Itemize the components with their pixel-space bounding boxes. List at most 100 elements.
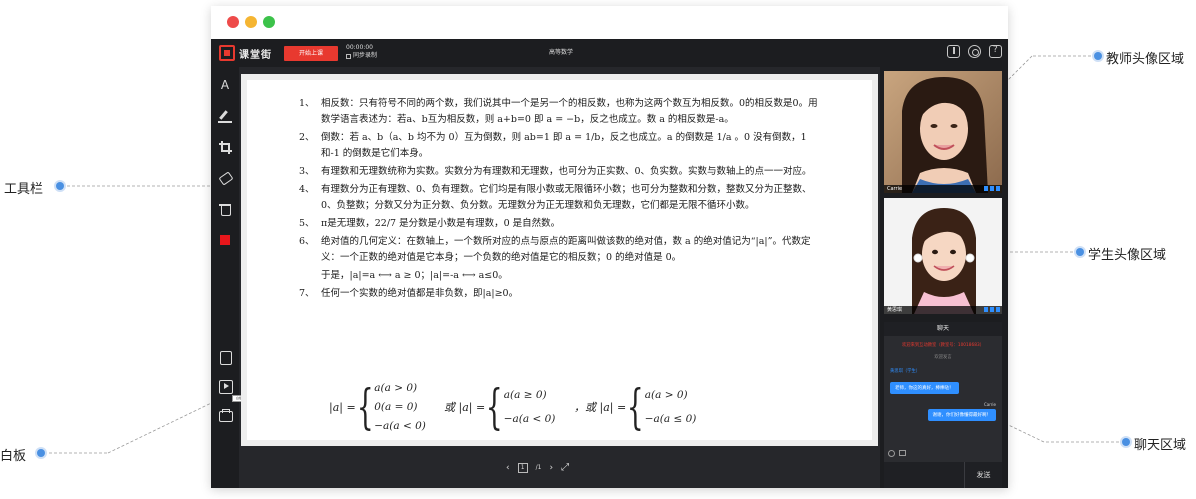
case: −a(a < 0) — [503, 413, 556, 425]
toolbar: A 白板 — [211, 67, 246, 488]
callout-whiteboard: 白板 — [0, 448, 27, 463]
start-class-button[interactable]: 开始上课 — [284, 46, 338, 61]
mic-icon[interactable] — [984, 307, 988, 312]
class-timer: 00:00:00 同步录制 — [346, 44, 377, 60]
brand: 课堂街 — [219, 45, 272, 61]
callout-dot-chat-area — [1122, 438, 1130, 446]
item-number: 6、 — [299, 236, 315, 247]
pen-tool-icon[interactable] — [218, 109, 232, 123]
app-window: 课堂街 开始上课 00:00:00 同步录制 高等数学 A — [211, 6, 1008, 488]
right-panel: Carrie 黄思琪 聊天 欢迎来到互动教室（教室号：10018683） 欢迎发… — [880, 67, 1008, 488]
formula-2-cases: a(a ≥ 0) −a(a < 0) — [504, 389, 556, 425]
item-text: 有理数和无理数统称为实数。实数分为有理数和无理数，也可分为正实数、0、负实数。实… — [321, 166, 812, 177]
close-window-button[interactable] — [227, 16, 239, 28]
timer-value: 00:00:00 — [346, 44, 373, 51]
pager-controls: ‹ 1 /1 › — [506, 462, 569, 473]
whiteboard-page[interactable]: 1、 相反数：只有符号不同的两个数，我们说其中一个是另一个的相反数，也称为这两个数… — [241, 74, 878, 446]
student-name: 黄思琪 — [887, 307, 903, 313]
document-icon[interactable] — [218, 350, 232, 365]
whiteboard-item: 2、 倒数：若 a、b（a、b 均不为 0）互为倒数，则 ab=1 即 a = 1… — [299, 130, 819, 162]
student-video[interactable]: 黄思琪 — [884, 198, 1002, 314]
formula-2: 或 |a| = { a(a ≥ 0) −a(a < 0) — [444, 379, 555, 435]
whiteboard-item: 1、 相反数：只有符号不同的两个数，我们说其中一个是另一个的相反数，也称为这两个数… — [299, 96, 819, 128]
item-number: 7、 — [299, 288, 315, 299]
case: a(a > 0) — [644, 389, 688, 401]
whiteboard-item: 4、 有理数分为正有理数、0、负有理数。它们均是有限小数或无限循环小数；也可分为整… — [299, 182, 819, 214]
item-text: π是无理数，22/7 是分数是小数是有理数，0 是自然数。 — [321, 218, 561, 229]
color-swatch[interactable] — [220, 235, 230, 245]
next-page-button[interactable]: › — [549, 463, 553, 473]
whiteboard-item: 6、 绝对值的几何定义：在数轴上，一个数所对应的点与原点的距离叫做该数的绝对值，数… — [299, 234, 819, 266]
chat-message: 老师，你这的真好，棒棒哒！ — [890, 382, 959, 394]
student-name-bar: 黄思琪 — [884, 306, 1002, 314]
item-number: 5、 — [299, 218, 315, 229]
student-avatar-image — [884, 198, 1002, 314]
toolbox-icon[interactable] — [218, 408, 233, 422]
chat-message-self: 谢谢，你们好像懂得最好啊！ — [927, 409, 996, 421]
whiteboard-content: 1、 相反数：只有符号不同的两个数，我们说其中一个是另一个的相反数，也称为这两个数… — [299, 96, 819, 304]
whiteboard-item: 3、 有理数和无理数统称为实数。实数分为有理数和无理数，也可分为正实数、0、负实数… — [299, 164, 819, 180]
chat-title: 聊天 — [884, 322, 1002, 336]
callout-chat-area: 聊天区域 — [1134, 437, 1187, 452]
chat-input-tools — [884, 448, 1002, 458]
gear-icon[interactable] — [968, 45, 981, 58]
student-media-icons — [984, 307, 1000, 312]
brace-symbol: { — [356, 379, 374, 435]
callout-student-video: 学生头像区域 — [1088, 247, 1167, 262]
chat-system-message: 欢迎发言 — [934, 355, 952, 360]
item-text: 绝对值的几何定义：在数轴上，一个数所对应的点与原点的距离叫做该数的绝对值，数 a… — [321, 236, 811, 263]
teacher-media-icons — [984, 186, 1000, 191]
fullscreen-icon[interactable] — [561, 462, 569, 473]
screen-icon[interactable] — [996, 186, 1000, 191]
chat-panel: 聊天 欢迎来到互动教室（教室号：10018683） 欢迎发言 黄思琪（学生） 老… — [884, 322, 1002, 488]
send-button[interactable]: 发送 — [964, 462, 1002, 488]
whiteboard-item: 7、 任何一个实数的绝对值都是非负数，即|a|≥0。 — [299, 286, 819, 302]
crop-tool-icon[interactable] — [218, 140, 232, 154]
camera-icon[interactable] — [990, 186, 994, 191]
eraser-tool-icon[interactable] — [218, 171, 232, 185]
page-number[interactable]: 1 — [517, 462, 528, 473]
share-icon[interactable] — [947, 45, 960, 58]
minimize-window-button[interactable] — [245, 16, 257, 28]
sync-record-checkbox[interactable] — [346, 53, 351, 59]
play-media-icon[interactable] — [218, 379, 233, 394]
case: 0(a = 0) — [374, 401, 418, 413]
item-number: 4、 — [299, 184, 315, 195]
chat-sender: 黄思琪（学生） — [890, 369, 921, 374]
formula-1-lhs: |a| = — [329, 400, 356, 414]
page-total: /1 — [535, 464, 542, 471]
course-title: 高等数学 — [548, 49, 573, 56]
camera-icon[interactable] — [990, 307, 994, 312]
window-titlebar — [211, 6, 1008, 39]
sync-record-toggle[interactable]: 同步录制 — [346, 52, 377, 60]
formula-1-cases: a(a > 0) 0(a = 0) −a(a < 0) — [374, 382, 426, 432]
app-header: 课堂街 开始上课 00:00:00 同步录制 高等数学 — [211, 39, 1008, 67]
page-navigator: ‹ 1 /1 › — [241, 446, 878, 488]
teacher-video[interactable]: Carrie — [884, 71, 1002, 193]
maximize-window-button[interactable] — [263, 16, 275, 28]
item-number: 3、 — [299, 166, 315, 177]
text-tool-icon[interactable]: A — [218, 78, 232, 92]
chat-input[interactable]: 发送 — [884, 462, 1002, 488]
prev-page-button[interactable]: ‹ — [506, 463, 510, 473]
teacher-name: Carrie — [887, 186, 903, 192]
emoji-icon[interactable] — [888, 449, 895, 457]
sync-record-label: 同步录制 — [353, 52, 378, 59]
brace-symbol: { — [486, 379, 503, 435]
item-number: 2、 — [299, 132, 315, 143]
item-number: 1、 — [299, 98, 315, 109]
mic-icon[interactable] — [984, 186, 988, 191]
item-text: 有理数分为正有理数、0、负有理数。它们均是有限小数或无限循环小数；也可分为整数和… — [321, 184, 812, 211]
formula-2-lhs: 或 |a| = — [444, 401, 486, 414]
case: a(a ≥ 0) — [503, 389, 547, 401]
item-text: 于是，|a|=a ⟷ a ≥ 0；|a|=-a ⟷ a≤0。 — [321, 270, 508, 281]
whiteboard[interactable]: 1、 相反数：只有符号不同的两个数，我们说其中一个是另一个的相反数，也称为这两个数… — [241, 74, 878, 446]
case: a(a > 0) — [374, 382, 418, 394]
formula-3: ，或 |a| = { a(a > 0) −a(a ≤ 0) — [574, 379, 696, 435]
screen-icon[interactable] — [996, 307, 1000, 312]
image-icon[interactable] — [899, 450, 906, 456]
help-icon[interactable] — [989, 45, 1002, 58]
trash-icon[interactable] — [218, 202, 232, 216]
chat-notice: 欢迎来到互动教室（教室号：10018683） — [901, 343, 985, 348]
callout-toolbar: 工具栏 — [4, 181, 44, 196]
